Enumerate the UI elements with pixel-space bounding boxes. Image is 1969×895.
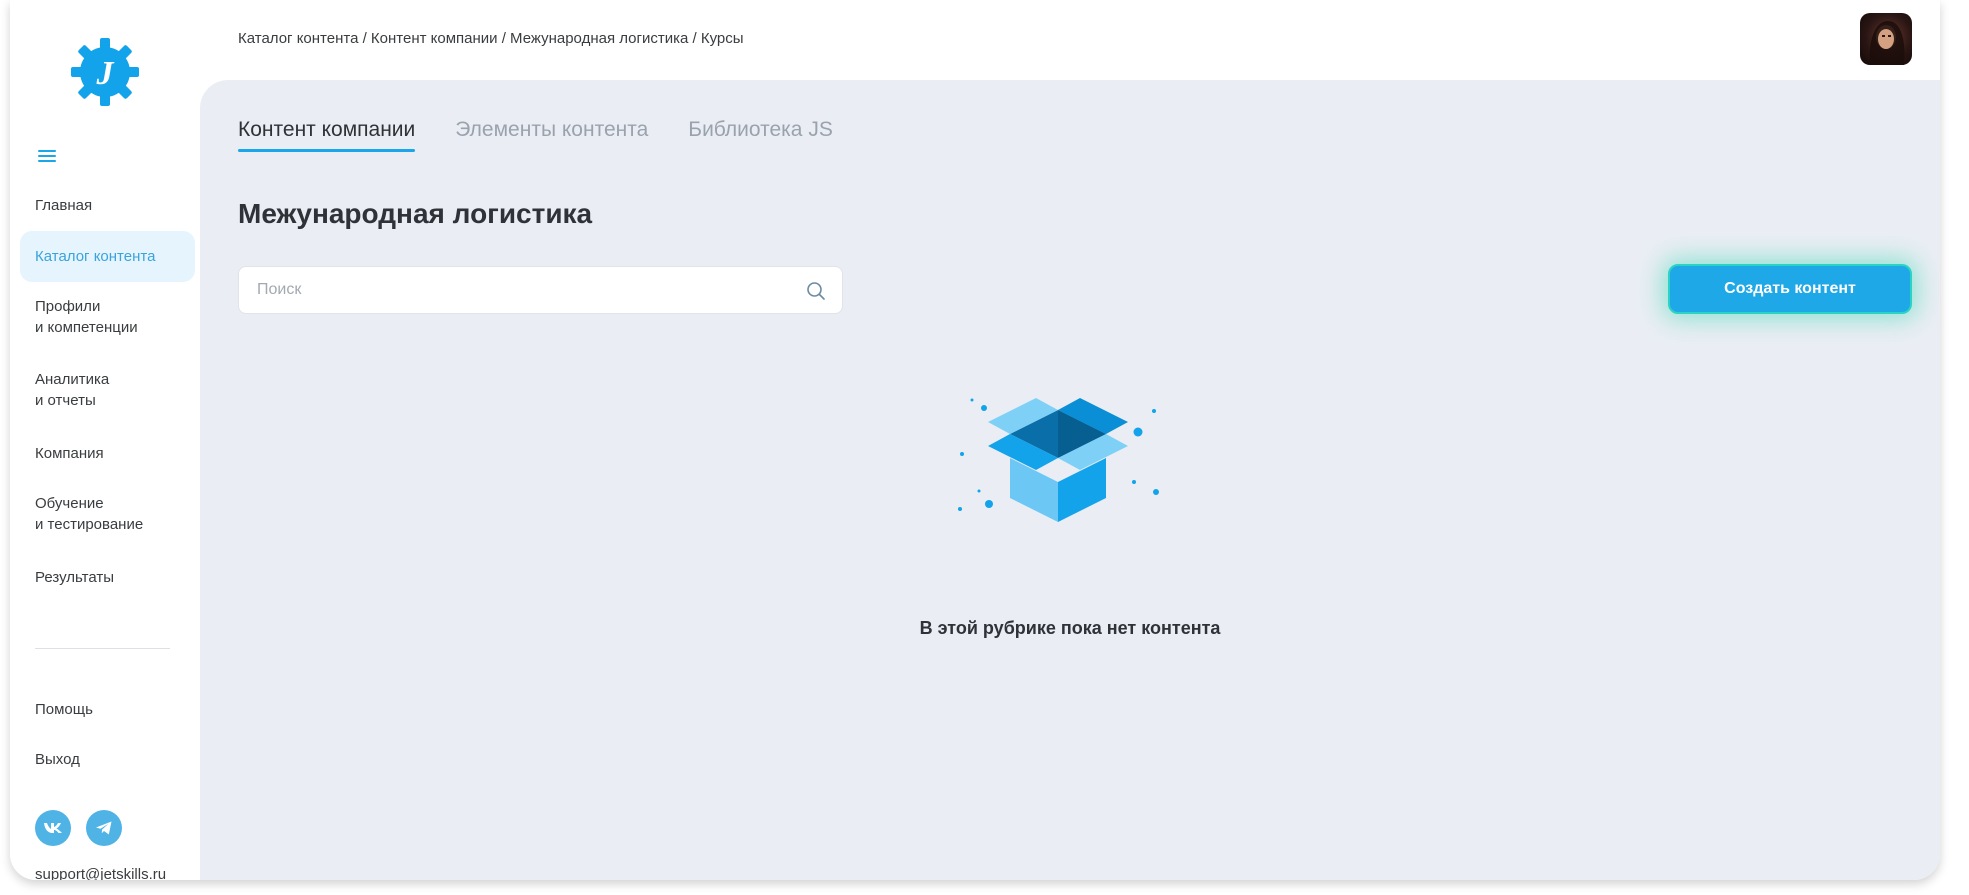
breadcrumb[interactable]: Каталог контента / Контент компании / Ме… — [238, 30, 744, 47]
sidebar-item-label: Профили — [35, 298, 101, 315]
hamburger-icon[interactable] — [38, 150, 56, 166]
svg-text:J: J — [96, 55, 115, 92]
social-links — [35, 810, 122, 846]
main-panel: Контент компании Элементы контента Библи… — [200, 80, 1940, 880]
page-title: Межународная логистика — [238, 198, 593, 229]
tab-company-content[interactable]: Контент компании — [238, 118, 416, 152]
search-box — [238, 266, 843, 314]
tab-content-elements[interactable]: Элементы контента — [455, 118, 648, 152]
search-input[interactable] — [239, 267, 777, 313]
support-email[interactable]: support@jetskills.ru — [35, 866, 166, 880]
sidebar-item-results[interactable]: Результаты — [20, 552, 195, 603]
sidebar-divider — [35, 648, 170, 649]
telegram-icon[interactable] — [86, 810, 122, 846]
sidebar-item-label: Каталог контента — [35, 248, 156, 265]
sidebar-item-label: Главная — [35, 197, 93, 214]
sidebar-item-profiles[interactable]: Профили и компетенции — [20, 282, 195, 355]
avatar[interactable] — [1860, 13, 1912, 65]
search-icon[interactable] — [806, 281, 826, 301]
sidebar-item-label-2: и тестирование — [35, 516, 144, 533]
logo-icon[interactable]: J — [69, 36, 141, 108]
sidebar-bottom-nav: Помощь Выход — [35, 700, 93, 800]
sidebar-item-analytics[interactable]: Аналитика и отчеты — [20, 355, 195, 428]
sidebar-item-label: Компания — [35, 445, 104, 462]
open-box-illustration — [958, 398, 1159, 522]
sidebar-item-learning[interactable]: Обучение и тестирование — [20, 479, 195, 552]
sidebar-nav: Главная Каталог контента Профили и компе… — [20, 180, 195, 603]
app-window: J Главная Каталог контента Профили и ком… — [10, 0, 1940, 880]
sidebar-item-label: Аналитика — [35, 371, 110, 388]
sidebar-item-label: Результаты — [35, 569, 114, 586]
sidebar-item-label-2: и компетенции — [35, 319, 138, 336]
tab-js-library[interactable]: Библиотека JS — [688, 118, 833, 152]
sidebar-item-catalog[interactable]: Каталог контента — [20, 231, 195, 282]
create-content-button[interactable]: Создать контент — [1668, 264, 1912, 314]
vk-icon[interactable] — [35, 810, 71, 846]
help-link[interactable]: Помощь — [35, 700, 93, 750]
sidebar-item-label-2: и отчеты — [35, 392, 96, 409]
sidebar: J Главная Каталог контента Профили и ком… — [10, 0, 200, 880]
sidebar-item-home[interactable]: Главная — [20, 180, 195, 231]
sidebar-item-company[interactable]: Компания — [20, 428, 195, 479]
logout-link[interactable]: Выход — [35, 750, 93, 800]
sidebar-item-label: Обучение — [35, 495, 104, 512]
empty-state-message: В этой рубрике пока нет контента — [919, 618, 1221, 638]
content-tabs: Контент компании Элементы контента Библи… — [238, 118, 833, 152]
